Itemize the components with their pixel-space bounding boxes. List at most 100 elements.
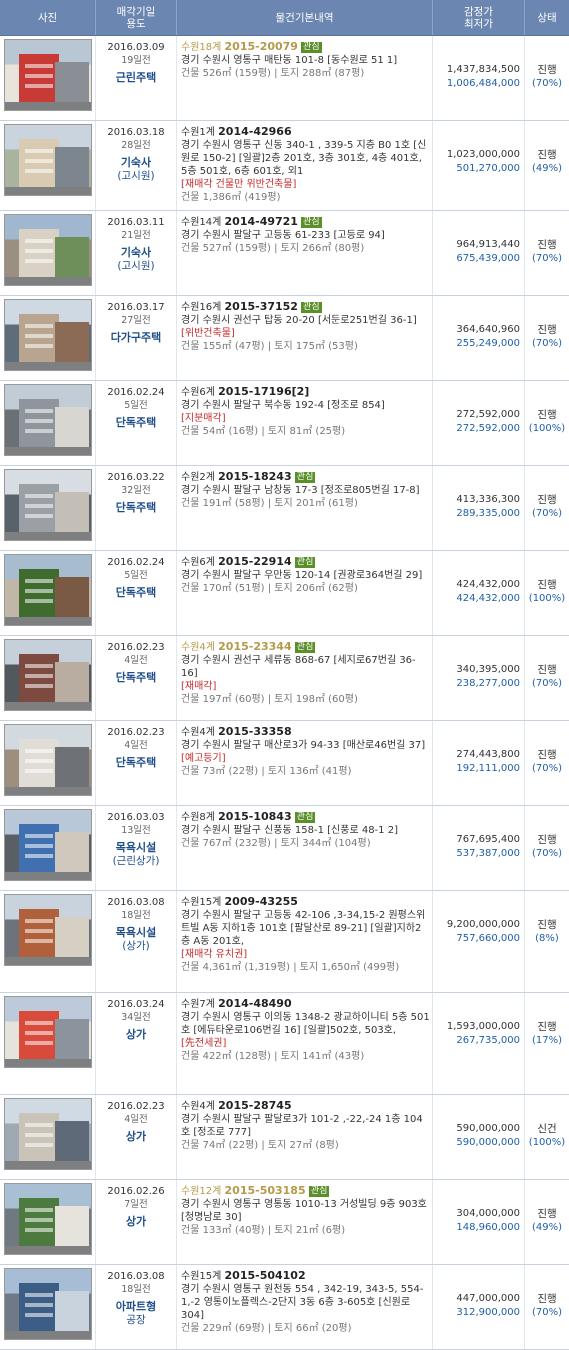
property-photo[interactable] bbox=[4, 384, 92, 456]
table-row[interactable]: 2016.03.22 32일전 단독주택 수원2계 2015-18243 관심 경기 수… bbox=[0, 466, 569, 551]
case-line[interactable]: 수원6계 2015-17196[2] bbox=[181, 385, 430, 399]
case-line[interactable]: 수원7계 2014-48490 bbox=[181, 997, 430, 1011]
property-photo-cell[interactable] bbox=[0, 993, 96, 1094]
property-use[interactable]: 단독주택 bbox=[96, 586, 176, 600]
property-use[interactable]: 단독주택 bbox=[96, 671, 176, 685]
property-photo-cell[interactable] bbox=[0, 211, 96, 295]
case-line[interactable]: 수원16계 2015-37152 관심 bbox=[181, 300, 430, 314]
property-photo-cell[interactable] bbox=[0, 636, 96, 720]
property-photo[interactable] bbox=[4, 299, 92, 371]
property-use[interactable]: 상가 bbox=[96, 1130, 176, 1144]
table-row[interactable]: 2016.03.08 18일전 목욕시설 (상가) 수원15계 2009-43255 경… bbox=[0, 891, 569, 993]
property-photo[interactable] bbox=[4, 809, 92, 881]
property-use[interactable]: 단독주택 bbox=[96, 756, 176, 770]
interest-badge[interactable]: 관심 bbox=[301, 217, 322, 228]
property-use[interactable]: 단독주택 bbox=[96, 501, 176, 515]
case-line[interactable]: 수원15계 2015-504102 bbox=[181, 1269, 430, 1283]
table-row[interactable]: 2016.02.24 5일전 단독주택 수원6계 2015-22914 관심 경기 수원… bbox=[0, 551, 569, 636]
property-use[interactable]: 목욕시설 bbox=[96, 926, 176, 940]
case-number[interactable]: 2015-23344 bbox=[218, 640, 291, 653]
table-row[interactable]: 2016.02.23 4일전 단독주택 수원4계 2015-33358 경기 수원시 … bbox=[0, 721, 569, 806]
case-number[interactable]: 2015-33358 bbox=[218, 725, 291, 738]
case-number[interactable]: 2015-504102 bbox=[225, 1269, 306, 1282]
property-use[interactable]: 상가 bbox=[96, 1215, 176, 1229]
interest-badge[interactable]: 관심 bbox=[294, 472, 316, 483]
property-photo-cell[interactable] bbox=[0, 1180, 96, 1264]
property-photo-cell[interactable] bbox=[0, 296, 96, 380]
case-line[interactable]: 수원15계 2009-43255 bbox=[181, 895, 430, 909]
case-number[interactable]: 2015-10843 bbox=[218, 810, 291, 823]
case-line[interactable]: 수원1계 2014-42966 bbox=[181, 125, 430, 139]
case-line[interactable]: 수원8계 2015-10843 관심 bbox=[181, 810, 430, 824]
interest-badge[interactable]: 관심 bbox=[294, 812, 316, 823]
case-number[interactable]: 2014-42966 bbox=[218, 125, 291, 138]
case-number[interactable]: 2015-20079 bbox=[225, 40, 298, 53]
table-row[interactable]: 2016.03.18 28일전 기숙사 (고시원) 수원1계 2014-42966 경기… bbox=[0, 121, 569, 211]
property-use[interactable]: 근린주택 bbox=[96, 71, 176, 85]
property-photo-cell[interactable] bbox=[0, 891, 96, 992]
interest-badge[interactable]: 관심 bbox=[301, 42, 322, 53]
property-photo-cell[interactable] bbox=[0, 121, 96, 210]
property-photo-cell[interactable] bbox=[0, 1095, 96, 1179]
case-number[interactable]: 2009-43255 bbox=[225, 895, 298, 908]
interest-badge[interactable]: 관심 bbox=[294, 557, 316, 568]
table-row[interactable]: 2016.02.23 4일전 단독주택 수원4계 2015-23344 관심 경기 수원… bbox=[0, 636, 569, 721]
interest-badge[interactable]: 관심 bbox=[294, 642, 316, 653]
property-photo[interactable] bbox=[4, 469, 92, 541]
table-row[interactable]: 2016.03.03 13일전 목욕시설 (근린상가) 수원8계 2015-10843 … bbox=[0, 806, 569, 891]
minimum-percent: (70%) bbox=[531, 78, 563, 89]
property-photo-cell[interactable] bbox=[0, 721, 96, 805]
table-row[interactable]: 2016.03.09 19일전 근린주택 수원18계 2015-20079 관심 경기 … bbox=[0, 36, 569, 121]
property-use[interactable]: 아파트형 bbox=[96, 1300, 176, 1314]
case-number[interactable]: 2015-17196[2] bbox=[218, 385, 309, 398]
table-row[interactable]: 2016.03.08 18일전 아파트형 공장 수원15계 2015-504102 경기… bbox=[0, 1265, 569, 1350]
property-photo[interactable] bbox=[4, 214, 92, 286]
property-photo[interactable] bbox=[4, 1098, 92, 1170]
case-number[interactable]: 2015-37152 bbox=[225, 300, 298, 313]
case-line[interactable]: 수원12계 2015-503185 관심 bbox=[181, 1184, 430, 1198]
property-use[interactable]: 다가구주택 bbox=[96, 331, 176, 345]
property-photo-cell[interactable] bbox=[0, 1265, 96, 1349]
case-number[interactable]: 2014-49721 bbox=[225, 215, 298, 228]
property-photo[interactable] bbox=[4, 39, 92, 111]
table-row[interactable]: 2016.02.23 4일전 상가 수원4계 2015-28745 경기 수원시 팔달… bbox=[0, 1095, 569, 1180]
property-photo[interactable] bbox=[4, 1268, 92, 1340]
table-row[interactable]: 2016.03.17 27일전 다가구주택 수원16계 2015-37152 관심 경기… bbox=[0, 296, 569, 381]
case-line[interactable]: 수원4계 2015-23344 관심 bbox=[181, 640, 430, 654]
case-line[interactable]: 수원4계 2015-33358 bbox=[181, 725, 430, 739]
table-row[interactable]: 2016.03.11 21일전 기숙사 (고시원) 수원14계 2014-49721 관… bbox=[0, 211, 569, 296]
case-line[interactable]: 수원2계 2015-18243 관심 bbox=[181, 470, 430, 484]
property-photo-cell[interactable] bbox=[0, 36, 96, 120]
case-number[interactable]: 2015-503185 bbox=[225, 1184, 306, 1197]
property-use[interactable]: 기숙사 bbox=[96, 156, 176, 170]
property-photo[interactable] bbox=[4, 996, 92, 1068]
property-use[interactable]: 기숙사 bbox=[96, 246, 176, 260]
table-row[interactable]: 2016.03.24 34일전 상가 수원7계 2014-48490 경기 수원시 영… bbox=[0, 993, 569, 1095]
case-number[interactable]: 2015-18243 bbox=[218, 470, 291, 483]
case-line[interactable]: 수원4계 2015-28745 bbox=[181, 1099, 430, 1113]
property-photo-cell[interactable] bbox=[0, 806, 96, 890]
interest-badge[interactable]: 관심 bbox=[301, 302, 322, 313]
case-line[interactable]: 수원14계 2014-49721 관심 bbox=[181, 215, 430, 229]
property-photo[interactable] bbox=[4, 1183, 92, 1255]
interest-badge[interactable]: 관심 bbox=[308, 1186, 330, 1197]
case-number[interactable]: 2014-48490 bbox=[218, 997, 291, 1010]
case-line[interactable]: 수원18계 2015-20079 관심 bbox=[181, 40, 430, 54]
property-photo[interactable] bbox=[4, 724, 92, 796]
case-line[interactable]: 수원6계 2015-22914 관심 bbox=[181, 555, 430, 569]
property-photo[interactable] bbox=[4, 894, 92, 966]
case-number[interactable]: 2015-22914 bbox=[218, 555, 291, 568]
property-info-cell: 수원4계 2015-28745 경기 수원시 팔달구 팔달로3가 101-2 ,… bbox=[177, 1095, 433, 1179]
table-row[interactable]: 2016.02.26 7일전 상가 수원12계 2015-503185 관심 경기 수원… bbox=[0, 1180, 569, 1265]
property-use[interactable]: 단독주택 bbox=[96, 416, 176, 430]
property-photo-cell[interactable] bbox=[0, 551, 96, 635]
property-use[interactable]: 목욕시설 bbox=[96, 841, 176, 855]
property-photo-cell[interactable] bbox=[0, 381, 96, 465]
property-photo-cell[interactable] bbox=[0, 466, 96, 550]
property-use[interactable]: 상가 bbox=[96, 1028, 176, 1042]
property-photo[interactable] bbox=[4, 124, 92, 196]
property-photo[interactable] bbox=[4, 554, 92, 626]
property-photo[interactable] bbox=[4, 639, 92, 711]
case-number[interactable]: 2015-28745 bbox=[218, 1099, 291, 1112]
table-row[interactable]: 2016.02.24 5일전 단독주택 수원6계 2015-17196[2] 경기 수… bbox=[0, 381, 569, 466]
